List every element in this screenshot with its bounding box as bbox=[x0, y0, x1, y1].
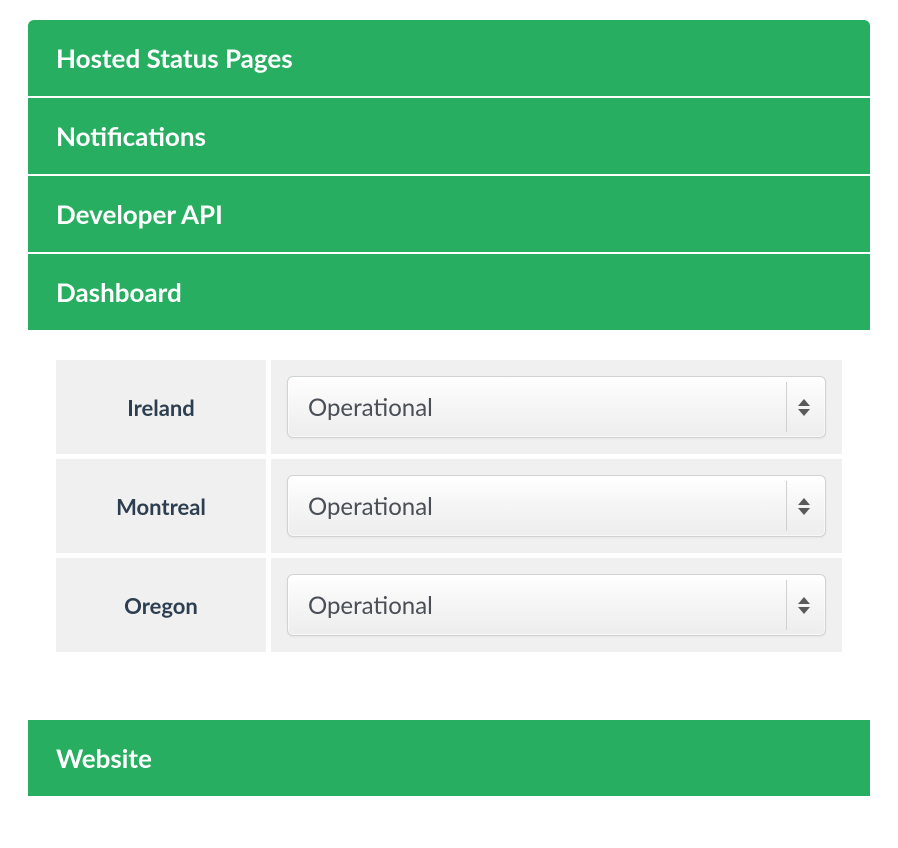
region-label-cell: Ireland bbox=[56, 360, 266, 454]
region-name: Oregon bbox=[124, 592, 198, 619]
status-value: Operational bbox=[308, 393, 433, 422]
section-dashboard[interactable]: Dashboard bbox=[28, 254, 870, 332]
region-status-cell: Operational bbox=[271, 459, 842, 553]
section-notifications[interactable]: Notifications bbox=[28, 98, 870, 176]
dashboard-panel: Ireland Operational Montreal bbox=[28, 332, 870, 662]
section-label: Dashboard bbox=[56, 276, 182, 308]
section-label: Hosted Status Pages bbox=[56, 42, 293, 74]
region-name: Ireland bbox=[127, 394, 195, 421]
region-name: Montreal bbox=[116, 493, 206, 520]
region-status-grid: Ireland Operational Montreal bbox=[56, 360, 842, 652]
status-sections: Hosted Status Pages Notifications Develo… bbox=[28, 20, 870, 662]
region-status-cell: Operational bbox=[271, 558, 842, 652]
section-hosted-status-pages[interactable]: Hosted Status Pages bbox=[28, 20, 870, 98]
region-label-cell: Montreal bbox=[56, 459, 266, 553]
section-developer-api[interactable]: Developer API bbox=[28, 176, 870, 254]
status-select-montreal[interactable]: Operational bbox=[287, 475, 826, 537]
section-website[interactable]: Website bbox=[28, 720, 870, 796]
section-label: Notifications bbox=[56, 120, 206, 152]
region-status-cell: Operational bbox=[271, 360, 842, 454]
region-label-cell: Oregon bbox=[56, 558, 266, 652]
status-select-ireland[interactable]: Operational bbox=[287, 376, 826, 438]
status-value: Operational bbox=[308, 591, 433, 620]
spacer bbox=[28, 662, 870, 720]
status-value: Operational bbox=[308, 492, 433, 521]
status-select-oregon[interactable]: Operational bbox=[287, 574, 826, 636]
section-label: Developer API bbox=[56, 198, 223, 230]
section-label: Website bbox=[56, 742, 152, 774]
